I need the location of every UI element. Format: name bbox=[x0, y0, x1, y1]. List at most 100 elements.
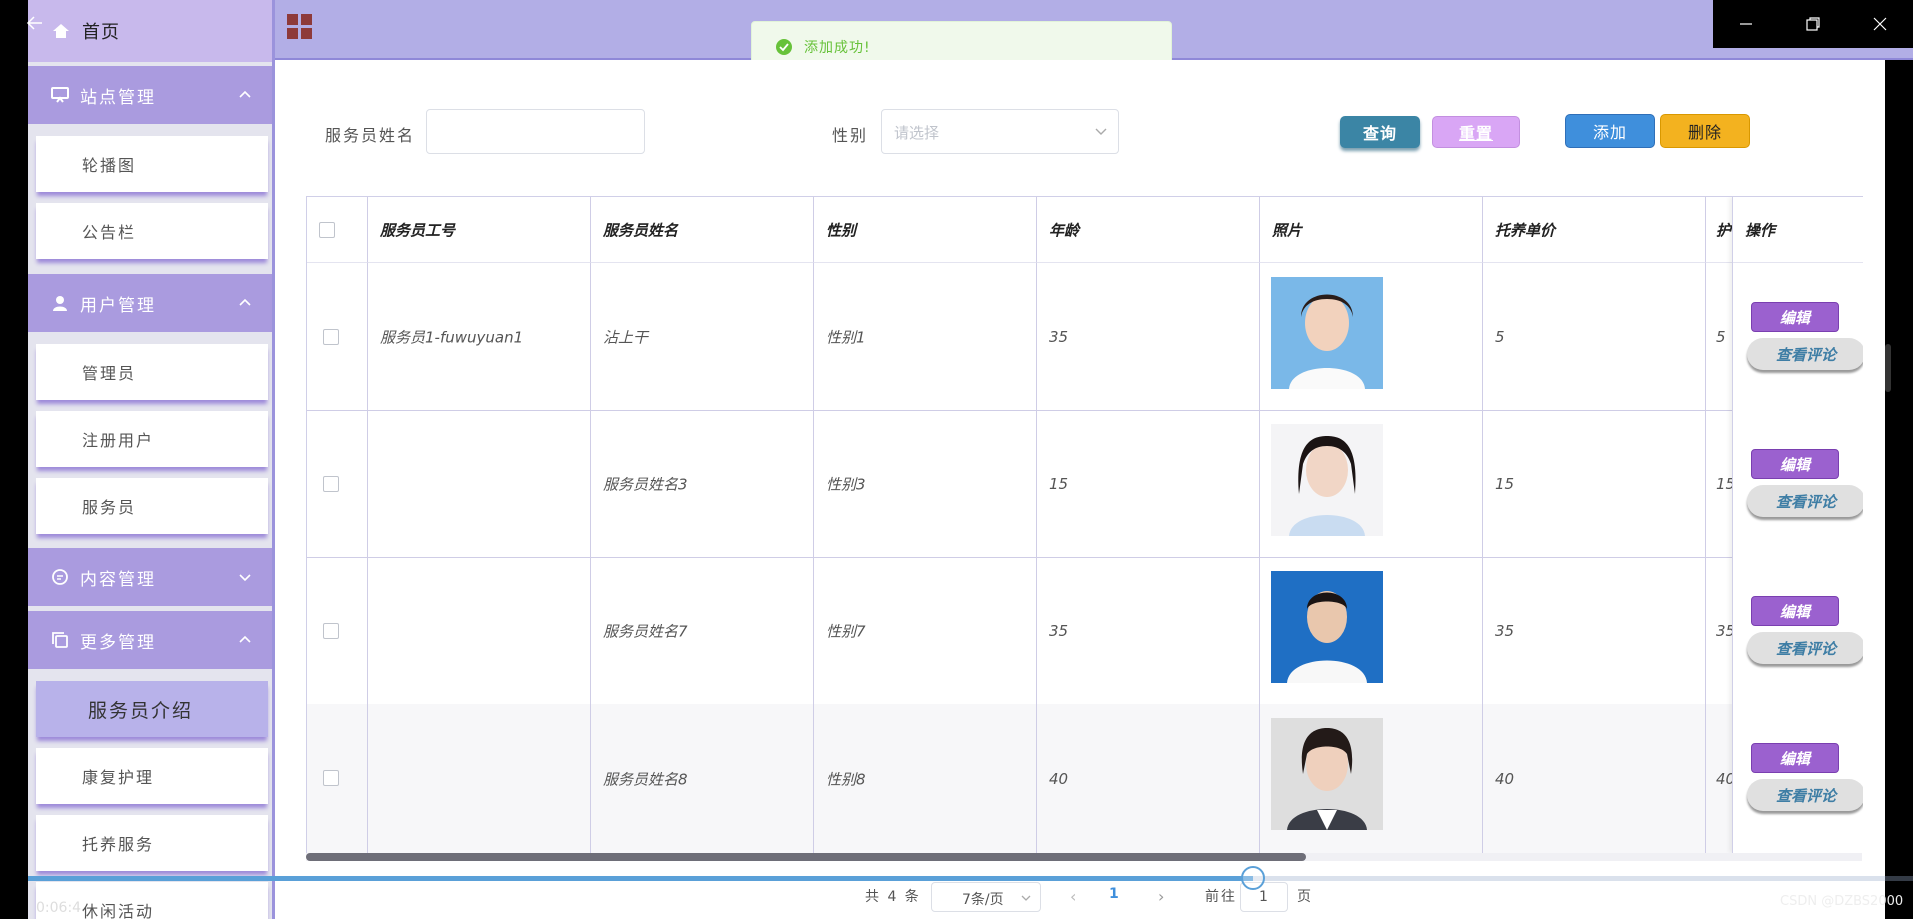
sidebar-item-rehab[interactable]: 康复护理 bbox=[36, 748, 268, 804]
table-row-checkbox-cell bbox=[307, 704, 368, 853]
operations-column: 操作 编辑 查看评论 编辑 查看评论 编辑 查看评论 编辑 查看评论 bbox=[1732, 197, 1863, 853]
sidebar-item-care-service[interactable]: 托养服务 bbox=[36, 815, 268, 871]
sidebar-group-users[interactable]: 用户管理 bbox=[28, 274, 272, 332]
table-cell: 40 bbox=[1037, 704, 1260, 853]
sidebar-item-staff[interactable]: 服务员 bbox=[36, 478, 268, 534]
table-cell: 40 bbox=[1483, 704, 1706, 853]
edit-button[interactable]: 编辑 bbox=[1751, 596, 1839, 626]
sidebar-group-label: 用户管理 bbox=[80, 295, 156, 316]
view-comments-button[interactable]: 查看评论 bbox=[1747, 779, 1863, 811]
table-cell bbox=[368, 704, 591, 853]
minimize-icon[interactable] bbox=[1735, 13, 1757, 35]
chevron-up-icon bbox=[239, 298, 251, 306]
chevron-down-icon bbox=[1095, 128, 1107, 135]
column-header[interactable]: 年龄 bbox=[1037, 197, 1260, 263]
row-checkbox[interactable] bbox=[323, 329, 339, 345]
edge-scroll-handle[interactable] bbox=[1885, 344, 1891, 392]
next-page-icon[interactable]: › bbox=[1158, 887, 1164, 906]
chevron-down-icon bbox=[1021, 895, 1031, 901]
table-row-checkbox-cell bbox=[307, 410, 368, 557]
page-number[interactable]: 1 bbox=[1109, 886, 1119, 902]
sidebar-home[interactable]: 首页 bbox=[28, 0, 272, 62]
home-icon bbox=[53, 24, 69, 38]
header-select-all bbox=[307, 197, 368, 263]
sidebar-group-site[interactable]: 站点管理 bbox=[28, 66, 272, 124]
pagination-total: 共 4 条 bbox=[865, 889, 921, 905]
sidebar-group-label: 更多管理 bbox=[80, 632, 156, 653]
edit-button[interactable]: 编辑 bbox=[1751, 743, 1839, 773]
watermark: CSDN @DZBS2000 bbox=[1780, 894, 1904, 909]
sidebar-group-content[interactable]: 内容管理 bbox=[28, 548, 272, 606]
prev-page-icon[interactable]: ‹ bbox=[1070, 887, 1076, 906]
copy-icon bbox=[50, 630, 70, 650]
table-cell bbox=[1260, 704, 1483, 853]
main-content: 服务员姓名 性别 请选择 查询 重置 添加 删除 服务员工号 服务员姓名 性别 … bbox=[275, 60, 1885, 919]
table-cell: 性别1 bbox=[814, 263, 1037, 410]
chevron-up-icon bbox=[239, 635, 251, 643]
select-all-checkbox[interactable] bbox=[319, 222, 335, 238]
table-cell: 沾上干 bbox=[591, 263, 814, 410]
query-button[interactable]: 查询 bbox=[1340, 116, 1420, 148]
staff-photo bbox=[1271, 277, 1383, 389]
goto-label: 前往 bbox=[1205, 889, 1237, 905]
restore-icon[interactable] bbox=[1802, 13, 1824, 35]
back-arrow-icon[interactable] bbox=[26, 14, 44, 32]
staff-table: 服务员工号 服务员姓名 性别 年龄 照片 托养单价 护 服务员1-fuwuyua… bbox=[306, 196, 1863, 853]
sidebar-group-more[interactable]: 更多管理 bbox=[28, 611, 272, 669]
horizontal-scrollbar-thumb[interactable] bbox=[306, 853, 1306, 861]
gender-filter-label: 性别 bbox=[832, 126, 869, 145]
reset-button[interactable]: 重置 bbox=[1432, 116, 1520, 148]
table-cell: 服务员姓名7 bbox=[591, 557, 814, 704]
delete-button[interactable]: 删除 bbox=[1660, 114, 1750, 148]
row-checkbox[interactable] bbox=[323, 623, 339, 639]
row-checkbox[interactable] bbox=[323, 476, 339, 492]
row-checkbox[interactable] bbox=[323, 770, 339, 786]
table-cell: 35 bbox=[1483, 557, 1706, 704]
page-suffix: 页 bbox=[1297, 889, 1311, 905]
view-comments-button[interactable]: 查看评论 bbox=[1747, 485, 1863, 517]
staff-photo bbox=[1271, 424, 1383, 536]
table-cell bbox=[1260, 410, 1483, 557]
name-filter-input[interactable] bbox=[426, 109, 645, 154]
table-cell bbox=[368, 410, 591, 557]
chat-icon bbox=[50, 567, 70, 587]
sidebar-item-admin[interactable]: 管理员 bbox=[36, 344, 268, 400]
column-header[interactable]: 服务员姓名 bbox=[591, 197, 814, 263]
column-header[interactable]: 服务员工号 bbox=[368, 197, 591, 263]
table-cell: 服务员姓名8 bbox=[591, 704, 814, 853]
table-cell: 15 bbox=[1483, 410, 1706, 557]
sidebar-item-notice[interactable]: 公告栏 bbox=[36, 203, 268, 259]
view-comments-button[interactable]: 查看评论 bbox=[1747, 338, 1863, 370]
column-header[interactable]: 照片 bbox=[1260, 197, 1483, 263]
edit-button[interactable]: 编辑 bbox=[1751, 302, 1839, 332]
sidebar-item-carousel[interactable]: 轮播图 bbox=[36, 136, 268, 192]
window-controls bbox=[1713, 0, 1913, 48]
column-header[interactable]: 操作 bbox=[1733, 197, 1863, 263]
close-icon[interactable] bbox=[1869, 13, 1891, 35]
monitor-icon bbox=[50, 85, 70, 105]
gender-select[interactable]: 请选择 bbox=[881, 109, 1119, 154]
table-cell: 5 bbox=[1483, 263, 1706, 410]
sidebar-item-staff-intro[interactable]: 服务员介绍 bbox=[36, 681, 268, 737]
app-window: 首页 站点管理 轮播图 公告栏 用户管理 管理员 注册用户 服务员 内容管理 更… bbox=[0, 0, 1913, 919]
video-time: 0:06:4 bbox=[36, 900, 82, 916]
sidebar-item-registered-users[interactable]: 注册用户 bbox=[36, 411, 268, 467]
add-button[interactable]: 添加 bbox=[1565, 114, 1655, 148]
user-icon bbox=[50, 293, 70, 313]
table-row-checkbox-cell bbox=[307, 263, 368, 410]
table-cell: 35 bbox=[1037, 263, 1260, 410]
video-progress-fill bbox=[28, 876, 1254, 881]
toast-message: 添加成功! bbox=[804, 40, 871, 56]
column-header[interactable]: 性别 bbox=[814, 197, 1037, 263]
page-size-select[interactable]: 7条/页 bbox=[931, 882, 1041, 912]
column-header[interactable]: 托养单价 bbox=[1483, 197, 1706, 263]
name-filter-label: 服务员姓名 bbox=[325, 126, 416, 145]
view-comments-button[interactable]: 查看评论 bbox=[1747, 632, 1863, 664]
table-cell: 15 bbox=[1037, 410, 1260, 557]
edit-button[interactable]: 编辑 bbox=[1751, 449, 1839, 479]
table-cell bbox=[1260, 557, 1483, 704]
grid-menu-icon[interactable] bbox=[287, 14, 313, 40]
table-cell bbox=[368, 557, 591, 704]
table-cell: 性别3 bbox=[814, 410, 1037, 557]
table-cell: 性别8 bbox=[814, 704, 1037, 853]
